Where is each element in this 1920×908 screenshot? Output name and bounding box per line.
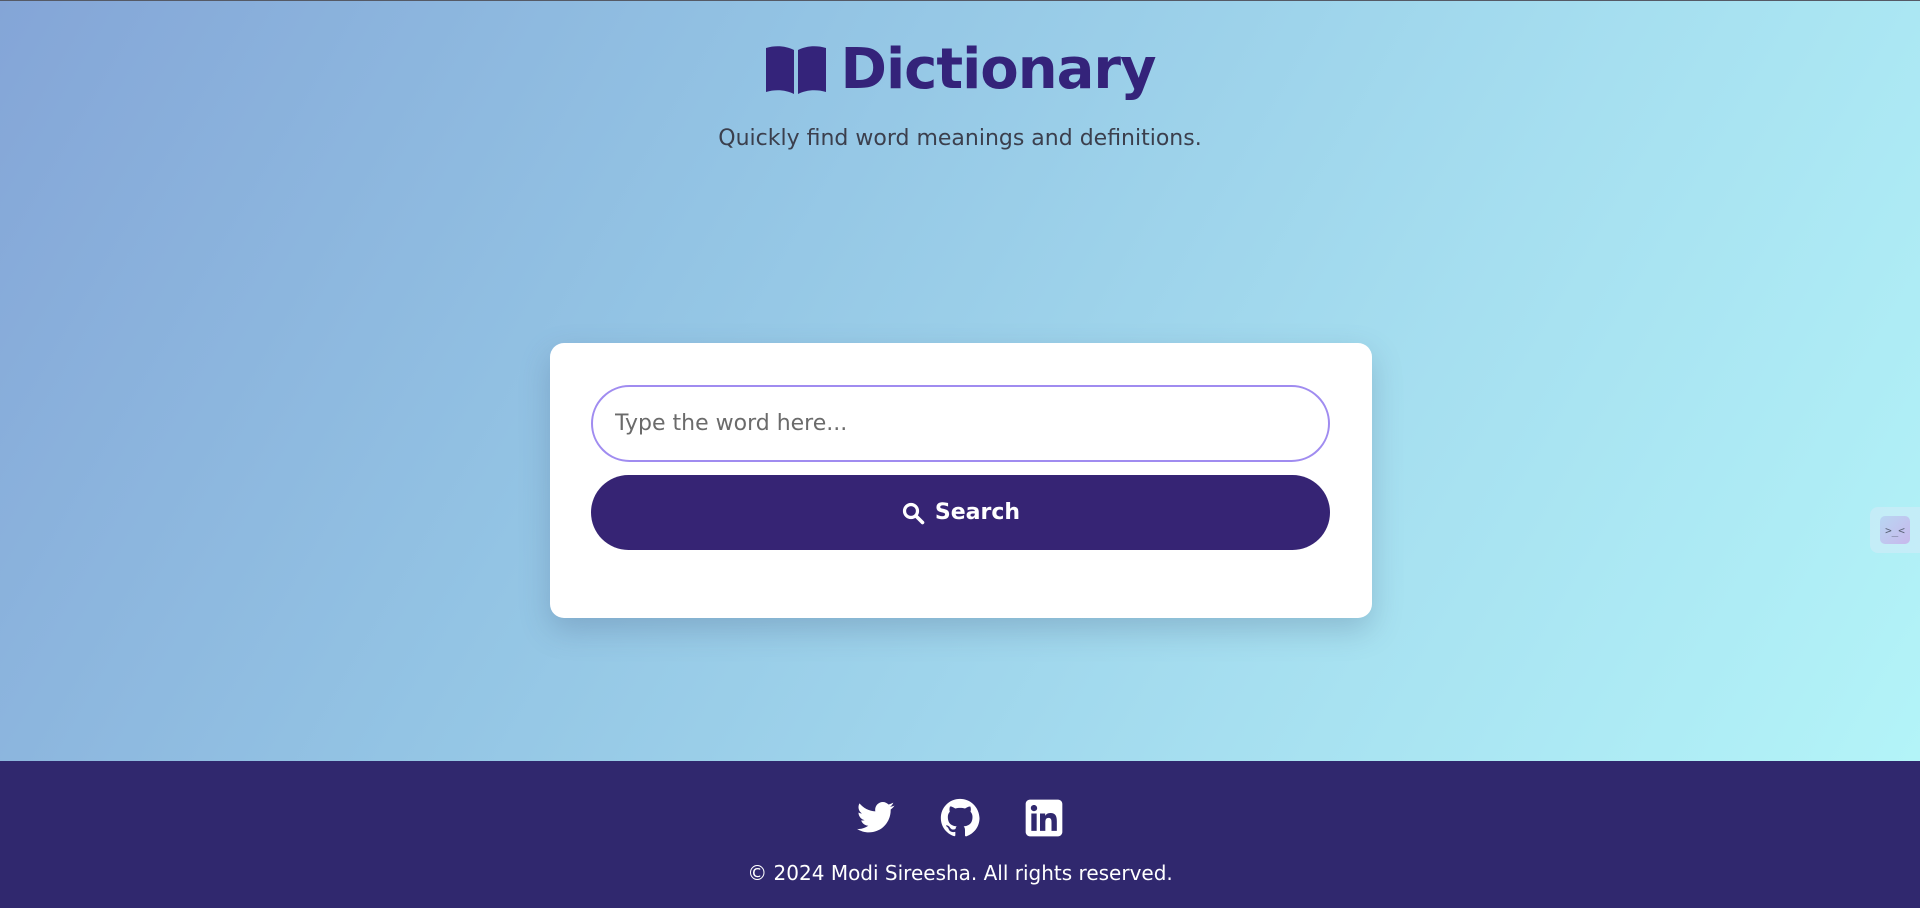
github-icon <box>940 798 980 837</box>
linkedin-icon <box>1025 799 1063 837</box>
search-button-label: Search <box>934 500 1021 525</box>
search-button[interactable]: Search <box>591 475 1330 550</box>
page-subtitle: Quickly find word meanings and definitio… <box>718 126 1202 151</box>
search-icon <box>902 502 925 524</box>
title-row: Dictionary <box>764 37 1157 103</box>
linkedin-link[interactable] <box>1024 798 1064 838</box>
search-input[interactable] <box>591 385 1330 462</box>
widget-face-icon: >_< <box>1880 516 1910 544</box>
header: Dictionary Quickly find word meanings an… <box>0 37 1920 153</box>
book-open-icon <box>766 46 827 94</box>
twitter-link[interactable] <box>856 798 896 838</box>
side-widget[interactable]: >_< <box>1870 507 1920 553</box>
twitter-icon <box>857 802 895 833</box>
social-links <box>856 798 1064 838</box>
github-link[interactable] <box>940 798 980 838</box>
main-section: Dictionary Quickly find word meanings an… <box>0 1 1920 761</box>
page-title: Dictionary <box>840 37 1156 102</box>
search-card: Search <box>550 343 1372 618</box>
footer: © 2024 Modi Sireesha. All rights reserve… <box>0 761 1920 908</box>
copyright-text: © 2024 Modi Sireesha. All rights reserve… <box>747 861 1173 885</box>
